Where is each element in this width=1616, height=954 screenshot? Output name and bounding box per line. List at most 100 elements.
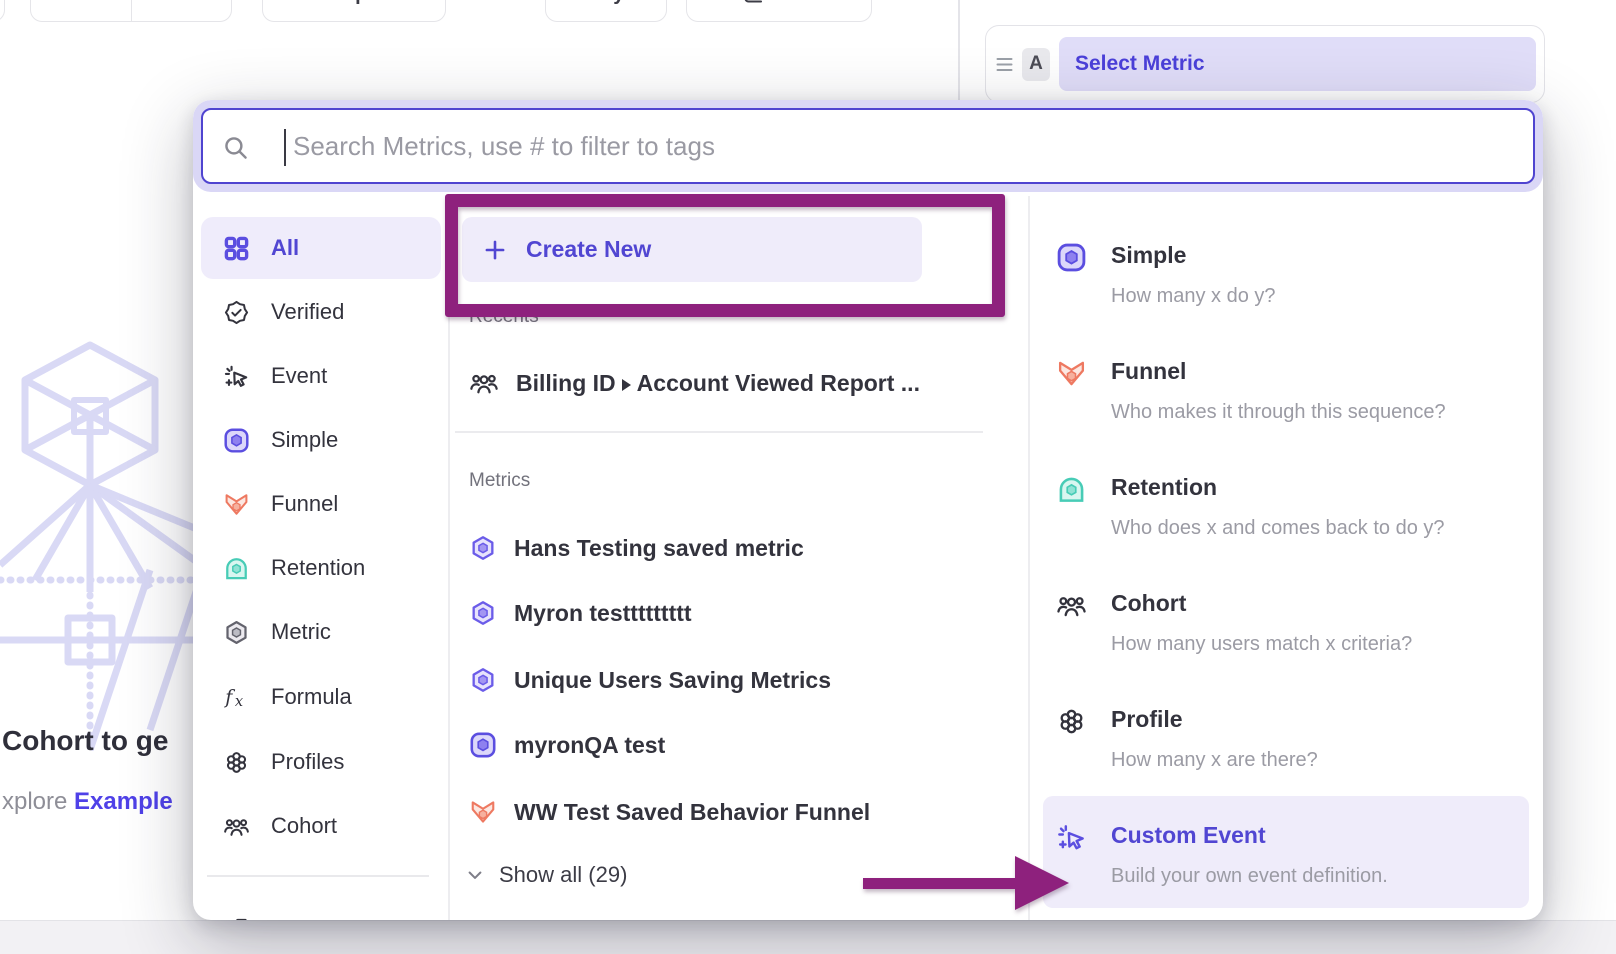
select-metric-field[interactable]: Select Metric [1059,37,1536,91]
metric-item-label: WW Test Saved Behavior Funnel [514,799,870,826]
day-label: Day [588,0,625,6]
type-subtitle: Who makes it through this sequence? [1111,398,1446,426]
recents-metrics-divider [455,431,983,433]
metric-list-item[interactable]: Unique Users Saving Metrics [469,660,831,700]
saved-metric-icon [469,599,497,627]
type-subtitle: How many x are there? [1111,746,1318,774]
retention-icon [1056,474,1087,505]
select-metric-modal: All Verified Event Simple Funnel Retenti… [193,100,1543,920]
metric-row-card: A Select Metric [985,25,1545,103]
sidebar-item-label: Retention [271,555,365,581]
search-input[interactable] [291,110,1521,182]
example-reports-link[interactable]: Example [74,788,173,815]
metric-search-box [201,108,1535,184]
type-title: Cohort [1111,588,1412,618]
sidebar-item-label: Funnel [271,491,338,517]
sidebar-item-profiles[interactable]: Profiles [193,731,447,793]
compare-button[interactable]: Compare [262,0,446,22]
screen: 12M YTD Compare Day Line A Select Metric… [0,0,1616,954]
formula-icon [223,684,250,711]
simple-icon [1056,242,1087,273]
type-option-custom-event[interactable]: Custom Event Build your own event defini… [1056,820,1526,890]
recent-item-billing[interactable]: Billing IDAccount Viewed Report ... [469,363,920,403]
sidebar-item-label: Event [271,363,327,389]
explore-text-fragment: xplore [2,788,67,815]
create-new-label: Create New [526,236,651,263]
sidebar-item-label: All [271,235,299,261]
metric-list-item[interactable]: Myron testtttttttt [469,593,692,633]
metric-item-label: myronQA test [514,732,665,759]
empty-state-illustration [0,330,200,760]
range-12m-label: 12M [61,0,100,6]
drag-handle-icon[interactable] [996,57,1013,72]
sidebar-item-label: Simple [271,427,338,453]
type-title: Simple [1111,240,1276,270]
sidebar-item-metric[interactable]: Metric [193,601,447,663]
custom-event-icon [1056,822,1087,853]
sidebar-item-label: Cohort [271,813,337,839]
funnel-icon [223,491,250,518]
line-label: Line [775,0,816,6]
sidebar-item-verified[interactable]: Verified [193,281,447,343]
type-title: Custom Event [1111,820,1388,850]
grid-icon [223,235,250,262]
sidebar-item-funnel[interactable]: Funnel [193,473,447,535]
sidebar-item-simple[interactable]: Simple [193,409,447,471]
type-option-cohort[interactable]: Cohort How many users match x criteria? [1056,588,1526,658]
saved-metric-icon [469,666,497,694]
saved-metric-icon [469,534,497,562]
type-title: Retention [1111,472,1445,502]
sidebar-item-event[interactable]: Event [193,345,447,407]
type-option-profile[interactable]: Profile How many x are there? [1056,704,1526,774]
sidebar-item-cohort[interactable]: Cohort [193,795,447,857]
search-icon [222,134,250,162]
show-all-label: Show all (29) [499,862,627,888]
sidebar-section-divider [207,875,429,877]
metric-item-label: Myron testtttttttt [514,600,692,627]
text-cursor [284,129,286,166]
type-subtitle: Build your own event definition. [1111,862,1388,890]
partial-left-button[interactable] [0,0,5,22]
metric-item-label: Unique Users Saving Metrics [514,667,831,694]
sidebar-item-partial[interactable]: T [193,883,447,920]
type-option-retention[interactable]: Retention Who does x and comes back to d… [1056,472,1526,542]
sidebar-item-all[interactable]: All [193,217,447,279]
metric-list-item[interactable]: WW Test Saved Behavior Funnel [469,792,870,832]
recent-item-label: Billing IDAccount Viewed Report ... [516,370,920,397]
metric-list-item[interactable]: Hans Testing saved metric [469,528,804,568]
day-granularity-button[interactable]: Day [545,0,667,22]
range-12m-button[interactable]: 12M [31,0,131,21]
sidebar-item-label: Profiles [271,749,344,775]
type-option-simple[interactable]: Simple How many x do y? [1056,240,1526,310]
series-a-badge: A [1022,48,1050,81]
sidebar-item-formula[interactable]: Formula [193,666,447,728]
metric-item-label: Hans Testing saved metric [514,535,804,562]
sidebar-item-retention[interactable]: Retention [193,537,447,599]
metric-icon [223,619,250,646]
sidebar-divider [448,196,450,920]
recents-heading: Recents [469,306,539,328]
type-subtitle: How many x do y? [1111,282,1276,310]
show-all-button[interactable]: Show all (29) [465,857,627,893]
compare-label: Compare [311,0,398,6]
line-chart-type-button[interactable]: Line [686,0,872,22]
funnel-icon [469,798,497,826]
type-option-funnel[interactable]: Funnel Who makes it through this sequenc… [1056,356,1526,426]
breadcrumb-arrow-icon [622,379,631,391]
sidebar-item-label-fragment: T [271,917,286,920]
metrics-heading: Metrics [469,470,530,492]
metric-list-item[interactable]: myronQA test [469,725,665,765]
simple-icon [223,427,250,454]
simple-icon [469,731,497,759]
profiles-icon [1056,706,1087,737]
empty-state-subtext: xplore Example [2,788,173,816]
event-icon [223,363,250,390]
create-new-button[interactable]: Create New [462,217,922,282]
type-title: Profile [1111,704,1318,734]
cohort-icon [469,368,499,398]
range-ytd-button[interactable]: YTD [131,0,232,21]
tag-icon [223,916,250,921]
sidebar-item-label: Formula [271,684,352,710]
sidebar-item-label: Metric [271,619,331,645]
chevron-down-icon [197,0,211,1]
